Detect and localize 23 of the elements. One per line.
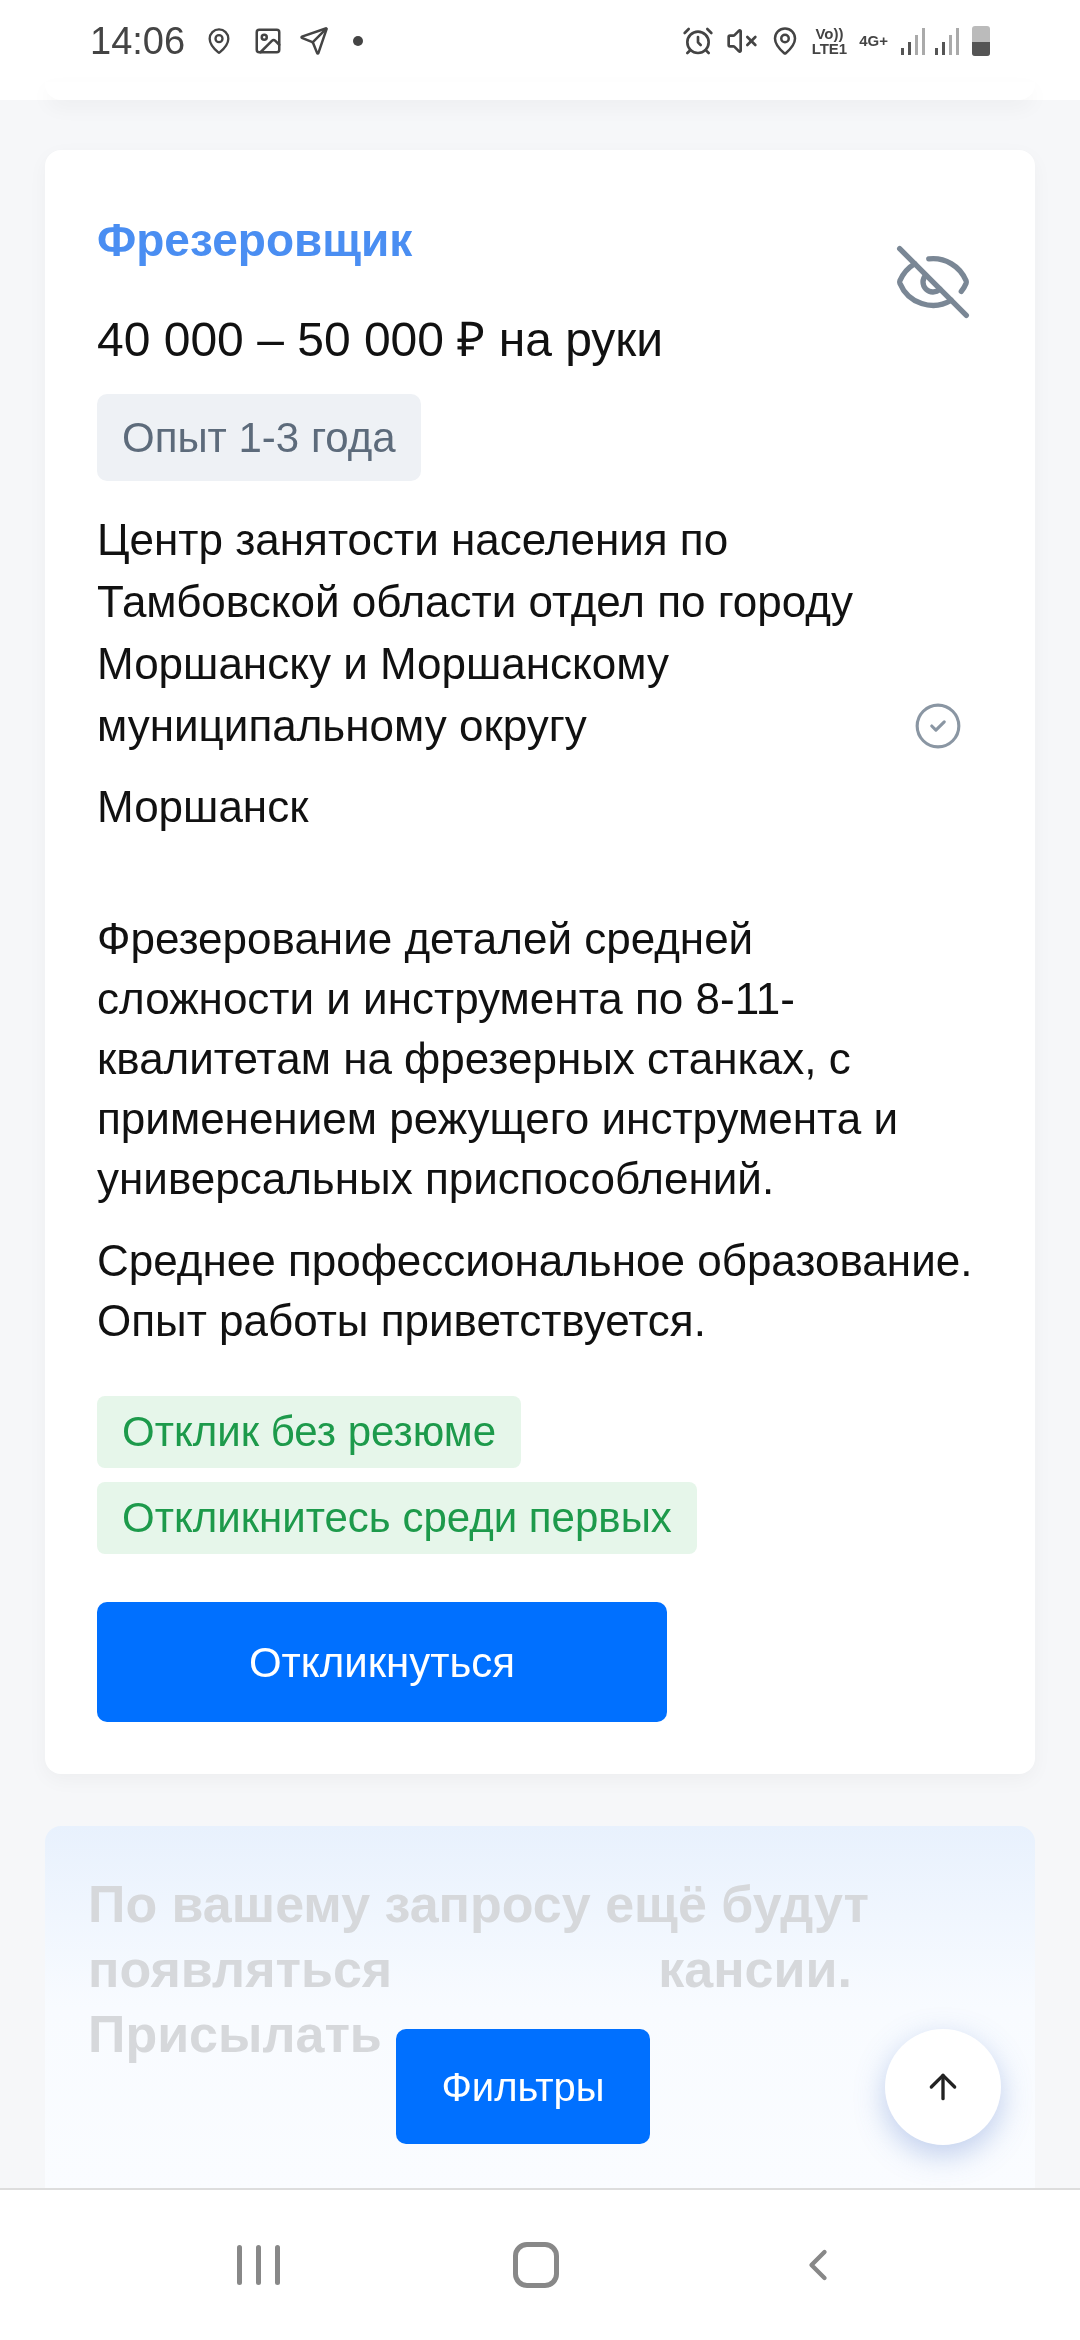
lte-label: LTE1 (811, 41, 848, 56)
vacancy-title[interactable]: Фрезеровщик (97, 212, 664, 268)
apply-button[interactable]: Откликнуться (97, 1602, 667, 1722)
feature-tag: Откликнитесь среди первых (97, 1482, 697, 1554)
send-icon (299, 26, 330, 56)
filters-button[interactable]: Фильтры (396, 2029, 650, 2144)
signal-icon (934, 26, 960, 56)
recents-icon[interactable] (236, 2245, 280, 2285)
image-icon (253, 26, 284, 56)
signal-icon (900, 26, 926, 56)
battery-icon (972, 26, 990, 56)
experience-badge: Опыт 1-3 года (97, 394, 421, 481)
salary: 40 000 – 50 000 ₽ на руки (97, 312, 664, 368)
company-name[interactable]: Центр занятости населения по Тамбовской области отдел по городу Моршанску и Моршанскому муниципальному округу (97, 509, 897, 757)
home-icon[interactable] (512, 2242, 559, 2288)
volte-label: Vo)) (815, 26, 844, 41)
alarm-icon (681, 25, 714, 57)
feature-tag: Отклик без резюме (97, 1396, 522, 1468)
requirements: Среднее профессиональное образование. Опыт работы приветствуется. (97, 1235, 974, 1347)
description: Фрезерование деталей средней сложности и инструмента по 8-11-квалитетам на фрезерных станках, с применением режущего инструмента и универсальных приспособлений. (97, 913, 899, 1205)
network-label: 4G+ (859, 30, 888, 51)
clock: 14:06 (90, 18, 186, 64)
city: Моршанск (97, 781, 310, 833)
